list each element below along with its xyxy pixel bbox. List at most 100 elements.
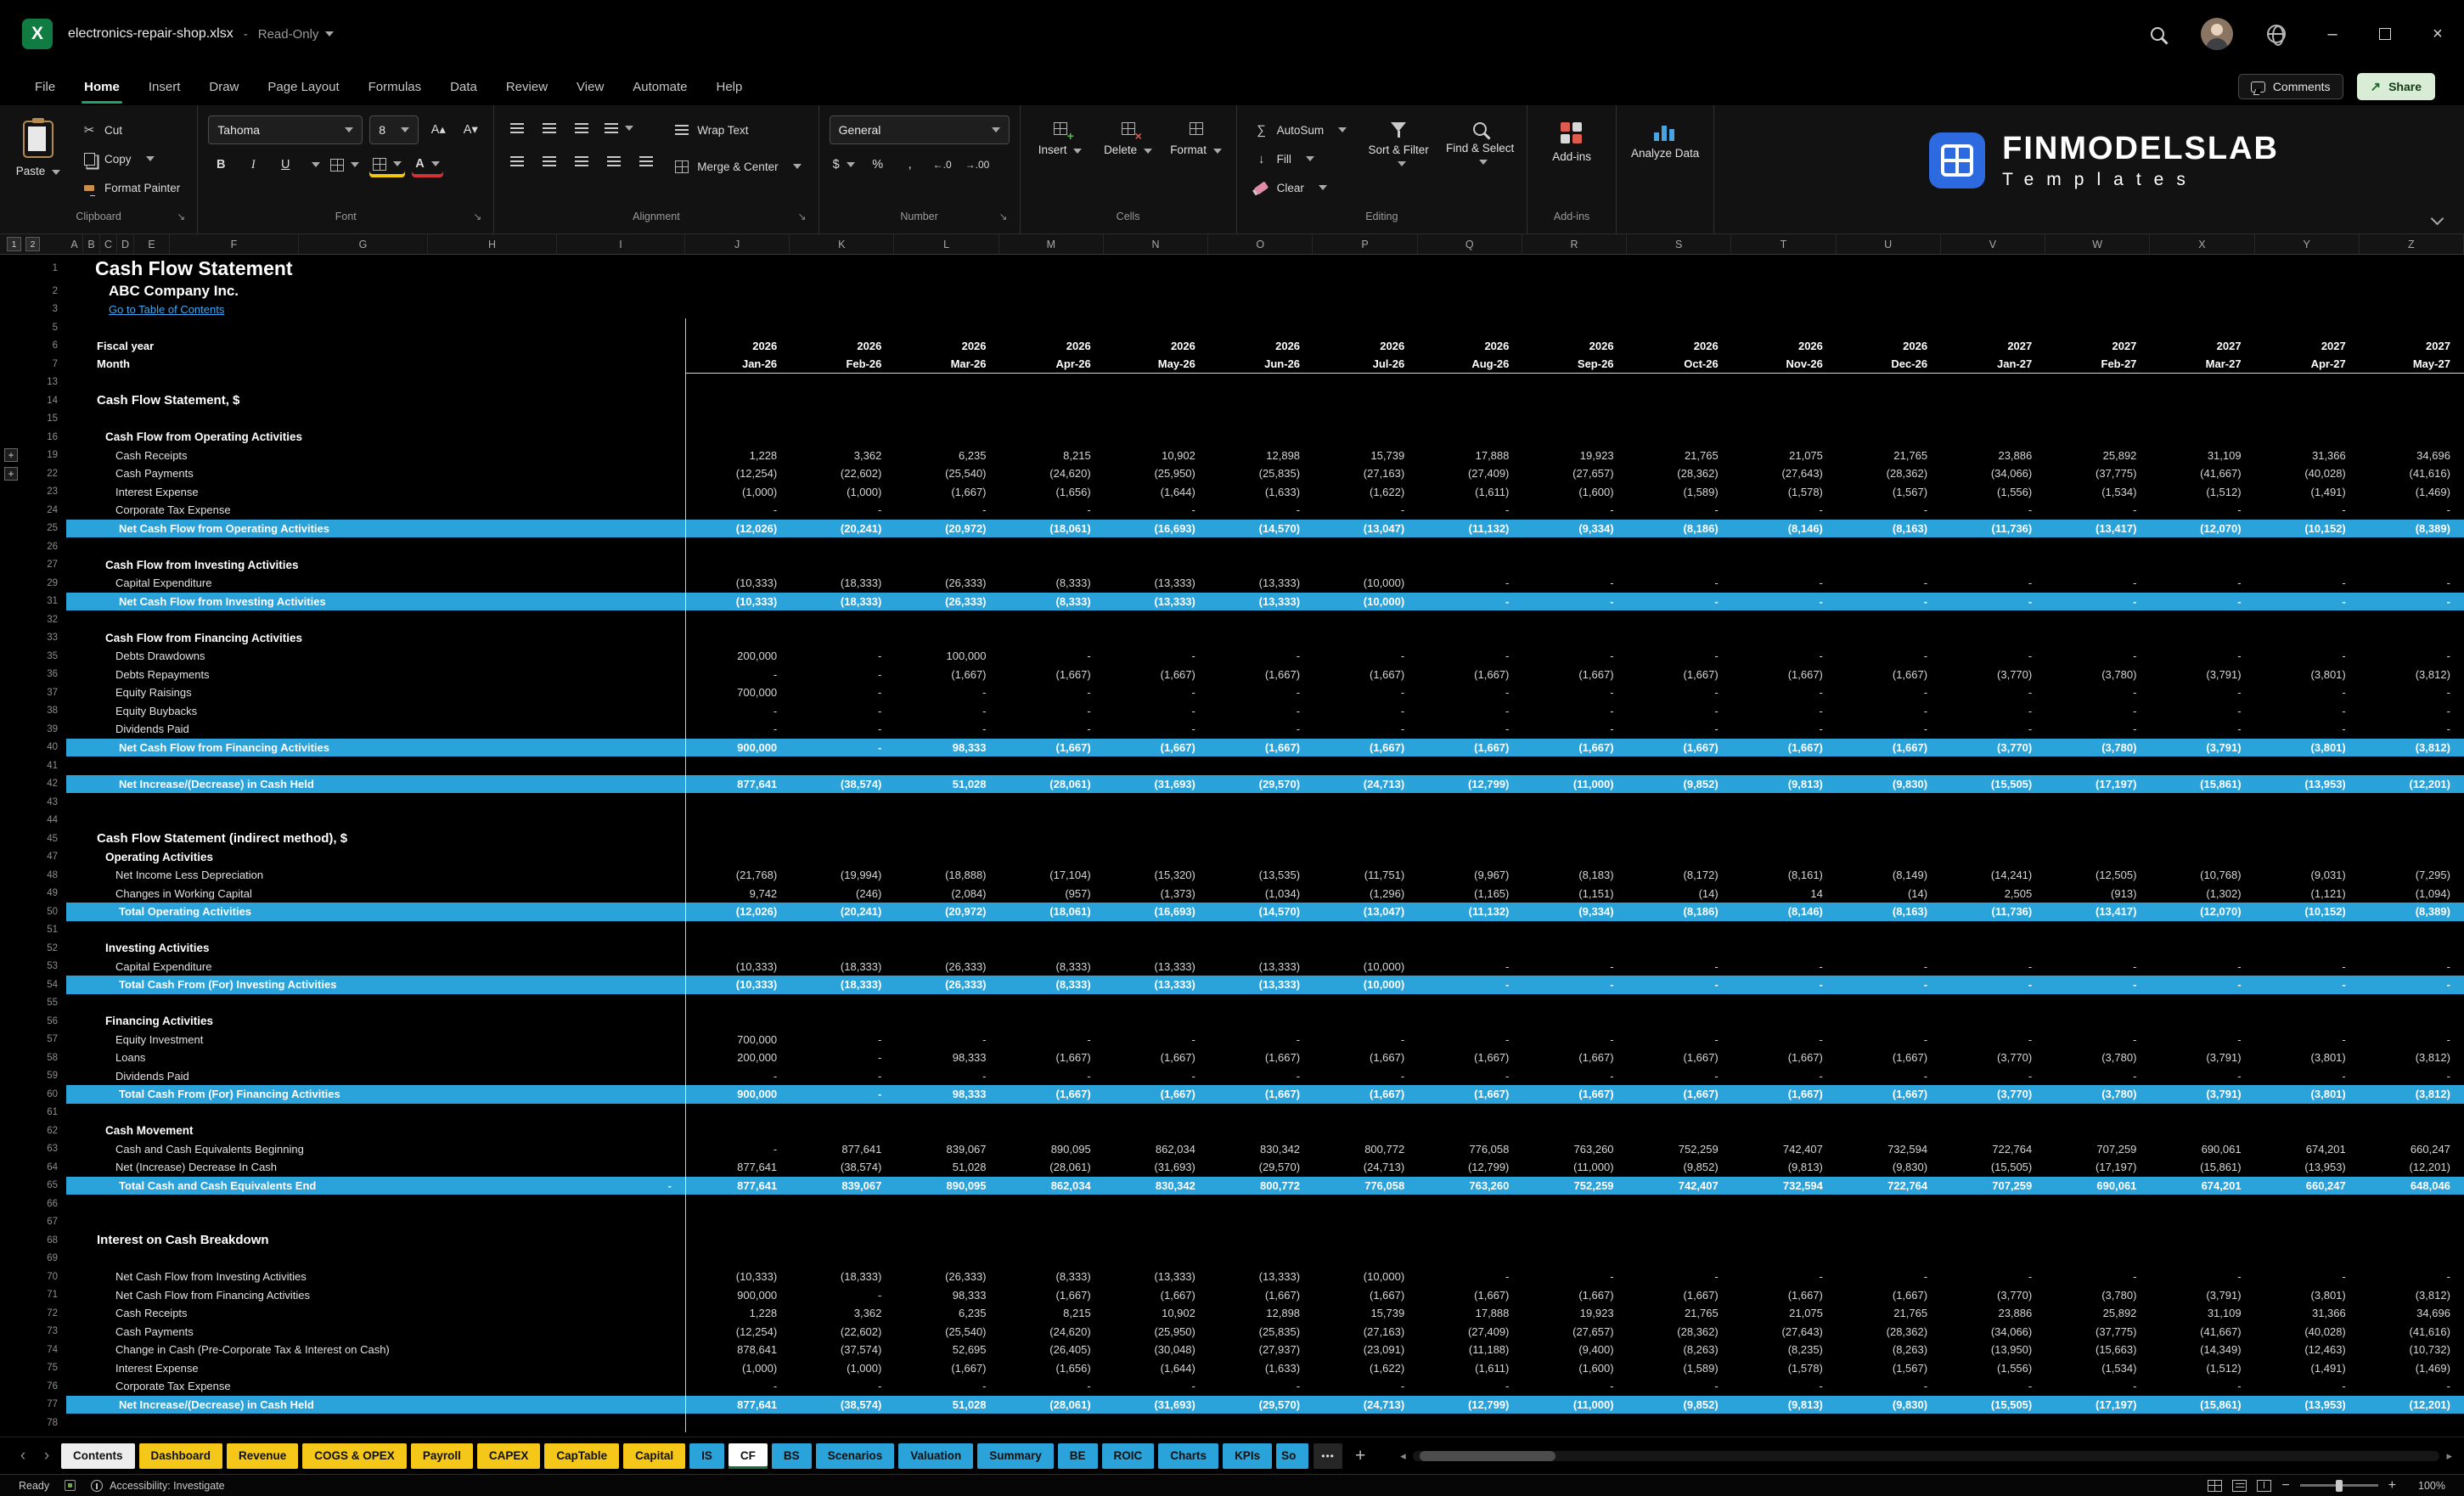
cell[interactable]: - bbox=[1522, 720, 1627, 739]
document-title[interactable]: electronics-repair-shop.xlsx bbox=[68, 26, 233, 42]
cell[interactable]: 17,888 bbox=[1418, 1304, 1522, 1323]
cell[interactable]: (1,667) bbox=[1105, 1085, 1209, 1104]
row-number[interactable]: 14 bbox=[47, 396, 58, 406]
cell[interactable]: Mar-26 bbox=[895, 355, 999, 373]
cell[interactable]: 98,333 bbox=[895, 1085, 999, 1104]
cell[interactable]: - bbox=[2360, 1377, 2464, 1396]
cell[interactable]: (8,149) bbox=[1837, 866, 1941, 885]
cell[interactable]: Feb-26 bbox=[790, 355, 895, 373]
cell[interactable]: - bbox=[2360, 574, 2464, 593]
cell[interactable]: (1,667) bbox=[1732, 739, 1837, 757]
cell[interactable]: Mar-27 bbox=[2150, 355, 2254, 373]
cell[interactable]: (28,061) bbox=[1000, 1396, 1105, 1414]
cell[interactable]: (10,000) bbox=[1314, 958, 1418, 976]
cell[interactable]: (1,034) bbox=[1209, 885, 1314, 903]
cell[interactable]: - bbox=[686, 720, 790, 739]
cell[interactable]: (37,775) bbox=[2045, 464, 2150, 483]
column-header-S[interactable]: S bbox=[1627, 234, 1731, 254]
column-header-J[interactable]: J bbox=[685, 234, 790, 254]
cell[interactable]: (1,600) bbox=[1522, 1359, 1627, 1378]
cell[interactable]: - bbox=[1732, 593, 1837, 611]
cell[interactable]: - bbox=[1418, 647, 1522, 666]
cell[interactable]: - bbox=[790, 720, 895, 739]
cell[interactable]: 732,594 bbox=[1732, 1177, 1837, 1195]
cell[interactable]: 2026 bbox=[1628, 337, 1732, 356]
cell[interactable]: 900,000 bbox=[686, 739, 790, 757]
cell[interactable]: (16,693) bbox=[1105, 520, 1209, 538]
row-number[interactable]: 6 bbox=[53, 340, 58, 351]
sheet-tab-contents[interactable]: Contents bbox=[61, 1443, 135, 1469]
cell[interactable]: 51,028 bbox=[895, 775, 999, 794]
cell[interactable]: 21,765 bbox=[1837, 1304, 1941, 1323]
cell[interactable]: - bbox=[895, 720, 999, 739]
cell[interactable]: (1,094) bbox=[2360, 885, 2464, 903]
cell[interactable]: (18,333) bbox=[790, 976, 895, 994]
sheet-tab-cf[interactable]: CF bbox=[729, 1443, 768, 1469]
cell[interactable]: (29,570) bbox=[1209, 1158, 1314, 1177]
sheet-tab-payroll[interactable]: Payroll bbox=[411, 1443, 473, 1469]
increase-decimal-button[interactable]: ←.0 bbox=[930, 152, 955, 177]
cell[interactable]: (22,602) bbox=[790, 1323, 895, 1341]
cell[interactable]: - bbox=[1000, 647, 1105, 666]
wrap-text-button[interactable]: Wrap Text bbox=[667, 115, 807, 144]
cell[interactable]: (10,333) bbox=[686, 958, 790, 976]
cell[interactable]: (15,663) bbox=[2045, 1341, 2150, 1359]
column-header-P[interactable]: P bbox=[1313, 234, 1417, 254]
cell[interactable]: (27,643) bbox=[1732, 464, 1837, 483]
cell[interactable]: (14,570) bbox=[1209, 903, 1314, 921]
comments-button[interactable]: Comments bbox=[2238, 74, 2343, 99]
row-number[interactable]: 53 bbox=[47, 961, 58, 971]
align-middle-button[interactable] bbox=[537, 115, 562, 141]
align-top-button[interactable] bbox=[504, 115, 530, 141]
cell[interactable]: - bbox=[1941, 958, 2045, 976]
cell[interactable]: (9,830) bbox=[1837, 1396, 1941, 1414]
cell[interactable]: - bbox=[2045, 1268, 2150, 1286]
cell[interactable]: (8,333) bbox=[1000, 976, 1105, 994]
cell[interactable]: - bbox=[2255, 976, 2360, 994]
cell[interactable]: (18,333) bbox=[790, 593, 895, 611]
cell[interactable]: (246) bbox=[790, 885, 895, 903]
cell[interactable]: (21,768) bbox=[686, 866, 790, 885]
cell[interactable]: 31,366 bbox=[2255, 1304, 2360, 1323]
cell[interactable]: - bbox=[1209, 1031, 1314, 1049]
cell[interactable]: - bbox=[1941, 1268, 2045, 1286]
cell[interactable]: - bbox=[1941, 1377, 2045, 1396]
cell[interactable]: (3,770) bbox=[1941, 666, 2045, 684]
column-header-U[interactable]: U bbox=[1837, 234, 1941, 254]
menu-formulas[interactable]: Formulas bbox=[354, 68, 436, 105]
row-number[interactable]: 47 bbox=[47, 852, 58, 862]
cell[interactable]: - bbox=[1418, 958, 1522, 976]
cell[interactable]: 31,109 bbox=[2150, 1304, 2254, 1323]
column-header-O[interactable]: O bbox=[1208, 234, 1313, 254]
cell[interactable]: (37,574) bbox=[790, 1341, 895, 1359]
sheet-tab-valuation[interactable]: Valuation bbox=[898, 1443, 973, 1469]
cell[interactable]: (1,667) bbox=[1105, 1049, 1209, 1067]
column-header-M[interactable]: M bbox=[999, 234, 1104, 254]
cell[interactable]: (9,813) bbox=[1732, 1396, 1837, 1414]
cell[interactable]: (3,791) bbox=[2150, 1049, 2254, 1067]
cell[interactable]: (1,667) bbox=[1522, 739, 1627, 757]
row-number[interactable]: 3 bbox=[53, 304, 58, 314]
column-header-N[interactable]: N bbox=[1104, 234, 1208, 254]
cell[interactable]: (1,633) bbox=[1209, 483, 1314, 502]
cell[interactable]: - bbox=[1209, 501, 1314, 520]
cell[interactable]: (11,000) bbox=[1522, 775, 1627, 794]
cell[interactable]: (3,801) bbox=[2255, 1049, 2360, 1067]
cell[interactable]: (25,950) bbox=[1105, 1323, 1209, 1341]
cell[interactable]: 877,641 bbox=[790, 1140, 895, 1159]
cell[interactable]: (13,333) bbox=[1105, 976, 1209, 994]
cell[interactable]: (41,667) bbox=[2150, 1323, 2254, 1341]
cell[interactable]: - bbox=[686, 702, 790, 721]
cell[interactable]: - bbox=[1105, 683, 1209, 702]
row-number[interactable]: 74 bbox=[47, 1345, 58, 1355]
cell[interactable]: 15,739 bbox=[1314, 1304, 1418, 1323]
cell[interactable]: - bbox=[790, 1049, 895, 1067]
row-number[interactable]: 25 bbox=[47, 523, 58, 533]
font-dialog-launcher[interactable]: ↘ bbox=[473, 211, 481, 222]
cell[interactable]: - bbox=[1628, 647, 1732, 666]
autosum-button[interactable]: ∑AutoSum bbox=[1247, 115, 1354, 144]
cell[interactable]: (9,852) bbox=[1628, 775, 1732, 794]
cell[interactable]: - bbox=[790, 501, 895, 520]
cell[interactable]: - bbox=[2255, 720, 2360, 739]
menu-insert[interactable]: Insert bbox=[134, 68, 195, 105]
